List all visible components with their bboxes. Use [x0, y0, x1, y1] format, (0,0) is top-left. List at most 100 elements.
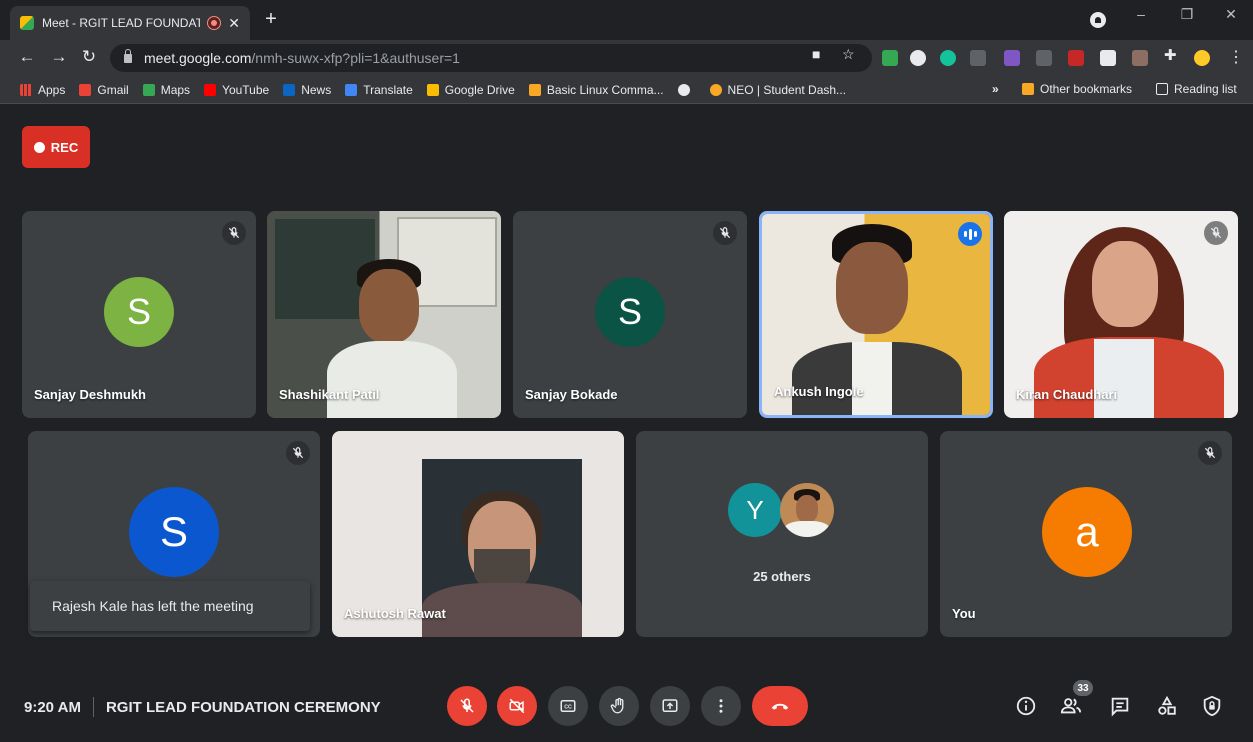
participant-name: Ankush Ingole — [774, 384, 864, 399]
participant-tile-you[interactable]: a You — [940, 431, 1232, 637]
others-tile[interactable]: Y 25 others — [636, 431, 928, 637]
bookmark-google-drive[interactable]: Google Drive — [426, 83, 515, 97]
translate-icon — [345, 83, 358, 96]
bookmarks-bar: Apps Gmail Maps YouTube News Translate G… — [0, 76, 1253, 104]
minimize-button[interactable]: – — [1126, 6, 1156, 22]
host-controls-button[interactable] — [1199, 693, 1225, 719]
meeting-details: 9:20 AM RGIT LEAD FOUNDATION CEREMONY — [24, 697, 381, 717]
bookmark-globe[interactable] — [677, 83, 696, 96]
reading-list-icon — [1156, 83, 1168, 95]
meeting-control-bar: 9:20 AM RGIT LEAD FOUNDATION CEREMONY CC — [0, 660, 1253, 742]
drive-icon — [426, 83, 439, 96]
extension-icon[interactable] — [910, 50, 926, 66]
mic-off-icon — [286, 441, 310, 465]
mic-off-icon — [1198, 441, 1222, 465]
present-screen-button[interactable] — [650, 686, 690, 726]
bookmark-translate[interactable]: Translate — [345, 83, 413, 97]
mic-off-icon — [222, 221, 246, 245]
url-host: meet.google.com — [144, 50, 252, 66]
recording-badge[interactable]: REC — [22, 126, 90, 168]
mic-off-icon — [460, 698, 474, 713]
bookmark-neo[interactable]: NEO | Student Dash... — [709, 83, 846, 97]
drive-extension-icon[interactable] — [882, 50, 898, 66]
avatar: Y — [728, 483, 782, 537]
other-bookmarks[interactable]: Other bookmarks — [1022, 82, 1132, 96]
present-icon — [662, 699, 678, 712]
extension-icon[interactable] — [1004, 50, 1020, 66]
svg-text:CC: CC — [564, 704, 572, 710]
left-meeting-toast: Rajesh Kale has left the meeting — [30, 581, 310, 631]
bookmark-news[interactable]: News — [283, 83, 331, 97]
camera-toggle-button[interactable] — [497, 686, 537, 726]
lock-icon — [124, 48, 132, 63]
participant-name: Sanjay Bokade — [525, 387, 618, 402]
new-tab-button[interactable]: + — [260, 8, 282, 31]
restore-button[interactable]: ❐ — [1172, 6, 1202, 23]
extension-icon[interactable] — [1132, 50, 1148, 66]
puzzle-extensions-icon[interactable]: ✚ — [1164, 46, 1177, 64]
bookmark-youtube[interactable]: YouTube — [204, 83, 269, 97]
people-button[interactable] — [1058, 693, 1084, 719]
leave-call-button[interactable] — [752, 686, 808, 726]
bookmark-gmail[interactable]: Gmail — [79, 83, 129, 97]
avatar: a — [1042, 487, 1132, 577]
globe-icon — [677, 83, 690, 96]
participant-tile-kiran-chaudhari[interactable]: Kiran Chaudhari — [1004, 211, 1238, 418]
bookmark-star-icon[interactable]: ☆ — [842, 46, 855, 63]
bookmark-apps[interactable]: Apps — [20, 83, 65, 97]
participant-count-badge: 33 — [1073, 680, 1093, 696]
speaking-indicator-icon — [958, 222, 982, 246]
camera-off-icon — [509, 698, 525, 714]
extension-icon[interactable] — [1068, 50, 1084, 66]
profile-icon[interactable] — [1090, 12, 1106, 28]
recording-indicator-icon — [208, 17, 221, 29]
tab-close-icon[interactable]: ✕ — [228, 15, 240, 32]
grammarly-extension-icon[interactable] — [940, 50, 956, 66]
close-window-button[interactable]: ✕ — [1216, 6, 1246, 23]
bookmark-basic-linux[interactable]: Basic Linux Comma... — [528, 83, 664, 97]
record-dot-icon — [33, 141, 45, 153]
meeting-details-button[interactable] — [1013, 693, 1039, 719]
notion-extension-icon[interactable] — [1100, 50, 1116, 66]
apps-grid-icon — [20, 83, 32, 96]
shield-lock-icon — [1203, 695, 1221, 717]
participant-tile-ashutosh-rawat[interactable]: Ashutosh Rawat — [332, 431, 624, 637]
participant-tile-shashikant-patil[interactable]: Shashikant Patil — [267, 211, 501, 418]
activities-button[interactable] — [1154, 693, 1180, 719]
captions-button[interactable]: CC — [548, 686, 588, 726]
meeting-time: 9:20 AM — [24, 698, 81, 716]
profile-avatar-icon[interactable] — [1194, 50, 1210, 66]
tab-strip: Meet - RGIT LEAD FOUNDAT ✕ + – ❐ ✕ — [0, 0, 1253, 40]
participant-name: Sanjay Deshmukh — [34, 387, 146, 402]
meet-stage: REC S Sanjay Deshmukh Shashikant Patil S… — [0, 104, 1253, 742]
reading-list[interactable]: Reading list — [1156, 82, 1237, 96]
address-bar[interactable]: meet.google.com/nmh-suwx-xfp?pli=1&authu… — [110, 44, 872, 72]
raise-hand-button[interactable] — [599, 686, 639, 726]
back-button[interactable]: ← — [16, 47, 38, 67]
browser-menu-icon[interactable]: ⋮ — [1228, 47, 1244, 67]
participant-tile-sanjay-bokade[interactable]: S Sanjay Bokade — [513, 211, 747, 418]
participant-name: Ashutosh Rawat — [344, 606, 446, 621]
participant-tile-sanjay-deshmukh[interactable]: S Sanjay Deshmukh — [22, 211, 256, 418]
meet-favicon-icon — [20, 16, 34, 30]
participant-name: Shashikant Patil — [279, 387, 380, 402]
hang-up-icon — [771, 703, 789, 710]
hand-icon — [610, 697, 624, 714]
extension-icon[interactable] — [970, 50, 986, 66]
more-vert-icon — [719, 699, 723, 713]
youtube-icon — [204, 83, 217, 96]
extension-icon[interactable] — [1036, 50, 1052, 66]
gmail-icon — [79, 83, 92, 96]
neo-icon — [709, 83, 722, 96]
microphone-toggle-button[interactable] — [447, 686, 487, 726]
forward-button[interactable]: → — [48, 47, 70, 67]
camera-icon[interactable]: ■ — [812, 46, 820, 62]
more-bookmarks-chevron-icon[interactable]: » — [992, 82, 999, 96]
browser-tab[interactable]: Meet - RGIT LEAD FOUNDAT ✕ — [10, 6, 250, 40]
more-options-button[interactable] — [701, 686, 741, 726]
participant-tile-ankush-ingole[interactable]: Ankush Ingole — [759, 211, 993, 418]
reload-button[interactable]: ↻ — [78, 47, 100, 67]
participant-thumbnail — [780, 483, 834, 537]
bookmark-maps[interactable]: Maps — [142, 83, 190, 97]
chat-button[interactable] — [1107, 693, 1133, 719]
